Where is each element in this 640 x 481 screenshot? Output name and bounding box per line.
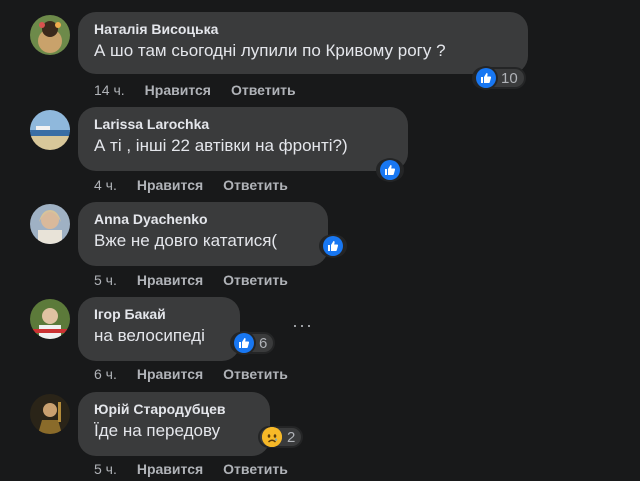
comment-actions: 5 ч. Нравится Ответить xyxy=(94,461,308,477)
reaction-count-badge[interactable]: 10 xyxy=(472,67,526,89)
comment-actions: 5 ч. Нравится Ответить xyxy=(94,272,308,288)
reaction-count-badge[interactable]: 6 xyxy=(230,332,276,354)
comment-text: А ті , інші 22 автівки на фронті?) xyxy=(94,136,348,155)
timestamp[interactable]: 14 ч. xyxy=(94,82,125,98)
like-icon xyxy=(323,236,343,256)
author-name[interactable]: Anna Dyachenko xyxy=(94,210,312,228)
author-name[interactable]: Ігор Бакай xyxy=(94,305,224,323)
reaction-count-badge[interactable] xyxy=(319,235,347,257)
comment-bubble: Юрій Стародубцев Їде на передову xyxy=(78,392,270,456)
sad-face-icon xyxy=(262,427,282,447)
timestamp[interactable]: 6 ч. xyxy=(94,366,117,382)
avatar[interactable] xyxy=(30,110,70,150)
reply-button[interactable]: Ответить xyxy=(223,461,288,477)
comment-actions: 14 ч. Нравится Ответить xyxy=(94,82,316,98)
like-button[interactable]: Нравится xyxy=(137,461,203,477)
timestamp[interactable]: 4 ч. xyxy=(94,177,117,193)
comment-bubble: Наталія Висоцька А шо там сьогодні лупил… xyxy=(78,12,528,74)
like-button[interactable]: Нравится xyxy=(145,82,211,98)
like-icon xyxy=(476,68,496,88)
timestamp[interactable]: 5 ч. xyxy=(94,272,117,288)
more-options-icon[interactable]: ··· xyxy=(292,315,313,336)
like-button[interactable]: Нравится xyxy=(137,272,203,288)
reply-button[interactable]: Ответить xyxy=(223,366,288,382)
like-icon xyxy=(380,160,400,180)
comment-text: на велосипеді xyxy=(94,326,205,345)
avatar[interactable] xyxy=(30,204,70,244)
author-name[interactable]: Юрій Стародубцев xyxy=(94,400,254,418)
reaction-count-badge[interactable]: 2 xyxy=(258,426,304,448)
reaction-count: 2 xyxy=(287,428,296,446)
like-button[interactable]: Нравится xyxy=(137,366,203,382)
reply-button[interactable]: Ответить xyxy=(223,272,288,288)
reaction-count: 6 xyxy=(259,334,268,352)
timestamp[interactable]: 5 ч. xyxy=(94,461,117,477)
comment-text: А шо там сьогодні лупили по Кривому рогу… xyxy=(94,41,446,60)
comment-actions: 4 ч. Нравится Ответить xyxy=(94,177,308,193)
reaction-count-badge[interactable] xyxy=(376,159,404,181)
comment-bubble: Anna Dyachenko Вже не довго кататися( xyxy=(78,202,328,266)
avatar[interactable] xyxy=(30,394,70,434)
reply-button[interactable]: Ответить xyxy=(231,82,296,98)
reaction-count: 10 xyxy=(501,69,518,87)
author-name[interactable]: Larissa Larochka xyxy=(94,115,392,133)
comment-text: Вже не довго кататися( xyxy=(94,231,278,250)
author-name[interactable]: Наталія Висоцька xyxy=(94,20,512,38)
comment-text: Їде на передову xyxy=(94,421,221,440)
avatar[interactable] xyxy=(30,299,70,339)
reply-button[interactable]: Ответить xyxy=(223,177,288,193)
comment-bubble: Larissa Larochka А ті , інші 22 автівки … xyxy=(78,107,408,171)
comment-actions: 6 ч. Нравится Ответить xyxy=(94,366,308,382)
avatar[interactable] xyxy=(30,15,70,55)
like-icon xyxy=(234,333,254,353)
comment-bubble: Ігор Бакай на велосипеді xyxy=(78,297,240,361)
like-button[interactable]: Нравится xyxy=(137,177,203,193)
